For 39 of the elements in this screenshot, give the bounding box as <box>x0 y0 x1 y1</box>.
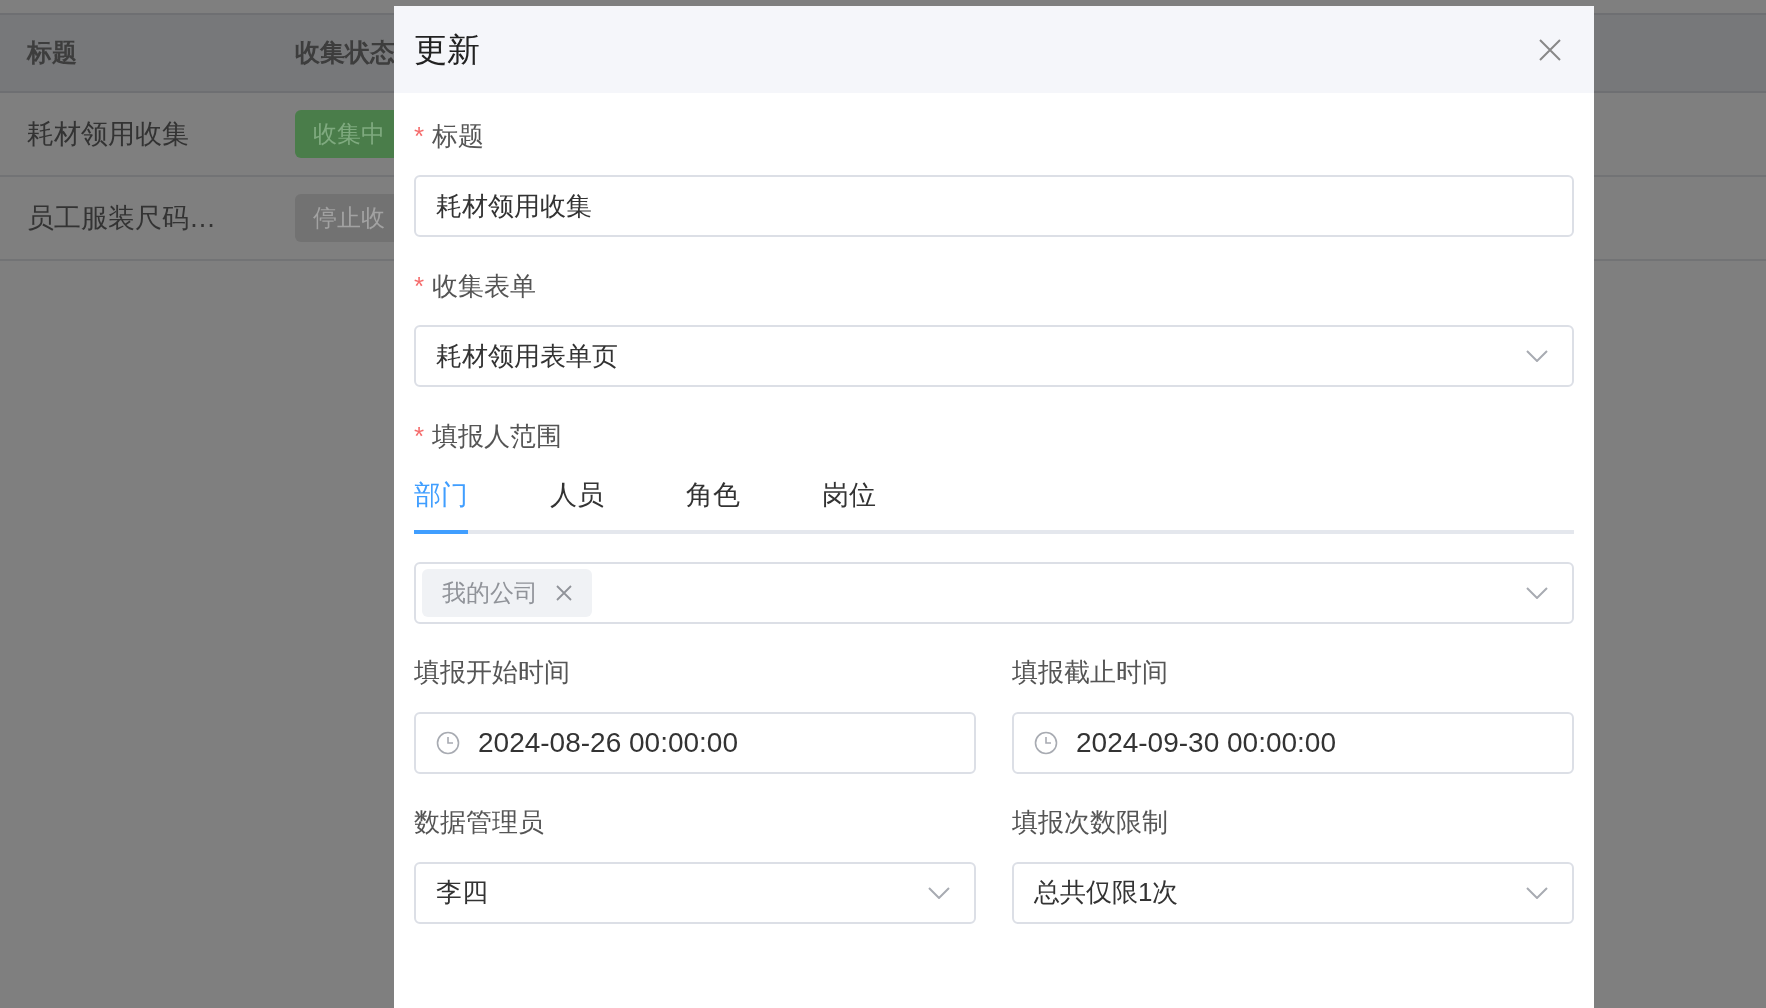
tag-label: 我的公司 <box>442 577 538 608</box>
required-mark: * <box>414 119 425 153</box>
required-mark: * <box>414 269 425 303</box>
field-label: 标题 <box>432 119 485 153</box>
tag-remove-button[interactable] <box>556 584 572 601</box>
close-icon <box>556 584 572 601</box>
date-time-picker[interactable]: 2024-09-30 00:00:00 <box>1012 711 1574 774</box>
table-cell-text: 耗材领用收集 <box>26 117 190 151</box>
select-value: 李四 <box>436 876 488 909</box>
chevron-down-icon <box>1526 886 1548 899</box>
select-field[interactable]: 李四 <box>414 861 976 924</box>
field-label: 填报人范围 <box>432 419 563 453</box>
close-icon <box>1539 38 1561 61</box>
field-label: 填报次数限制 <box>1012 806 1168 839</box>
text-input[interactable]: 耗材领用收集 <box>414 175 1574 237</box>
clock-icon <box>1034 730 1058 755</box>
tab[interactable]: 岗位 <box>822 475 876 534</box>
field-label: 收集表单 <box>432 269 537 303</box>
clock-icon <box>436 730 460 755</box>
field-label: 数据管理员 <box>414 806 544 839</box>
date-time-picker[interactable]: 2024-08-26 00:00:00 <box>414 711 976 774</box>
date-time-value: 2024-08-26 00:00:00 <box>478 725 738 760</box>
field-label: 填报开始时间 <box>414 656 570 689</box>
column-header: 收集状态 <box>295 37 395 69</box>
select-value: 耗材领用表单页 <box>436 339 618 373</box>
chevron-down-icon <box>1526 350 1548 362</box>
dialog-title: 更新 <box>414 29 480 70</box>
select-field[interactable]: 耗材领用表单页 <box>414 325 1574 387</box>
select-value: 总共仅限1次 <box>1034 876 1179 909</box>
tab[interactable]: 人员 <box>550 475 604 534</box>
date-time-value: 2024-09-30 00:00:00 <box>1076 725 1336 760</box>
column-header: 标题 <box>25 37 78 69</box>
required-mark: * <box>414 419 425 453</box>
field-label: 填报截止时间 <box>1012 656 1168 689</box>
chevron-down-icon <box>1526 586 1548 599</box>
table-cell-text: 员工服装尺码… <box>26 201 217 235</box>
select-field[interactable]: 总共仅限1次 <box>1012 861 1574 924</box>
tab[interactable]: 角色 <box>686 475 740 534</box>
chevron-down-icon <box>928 886 950 899</box>
